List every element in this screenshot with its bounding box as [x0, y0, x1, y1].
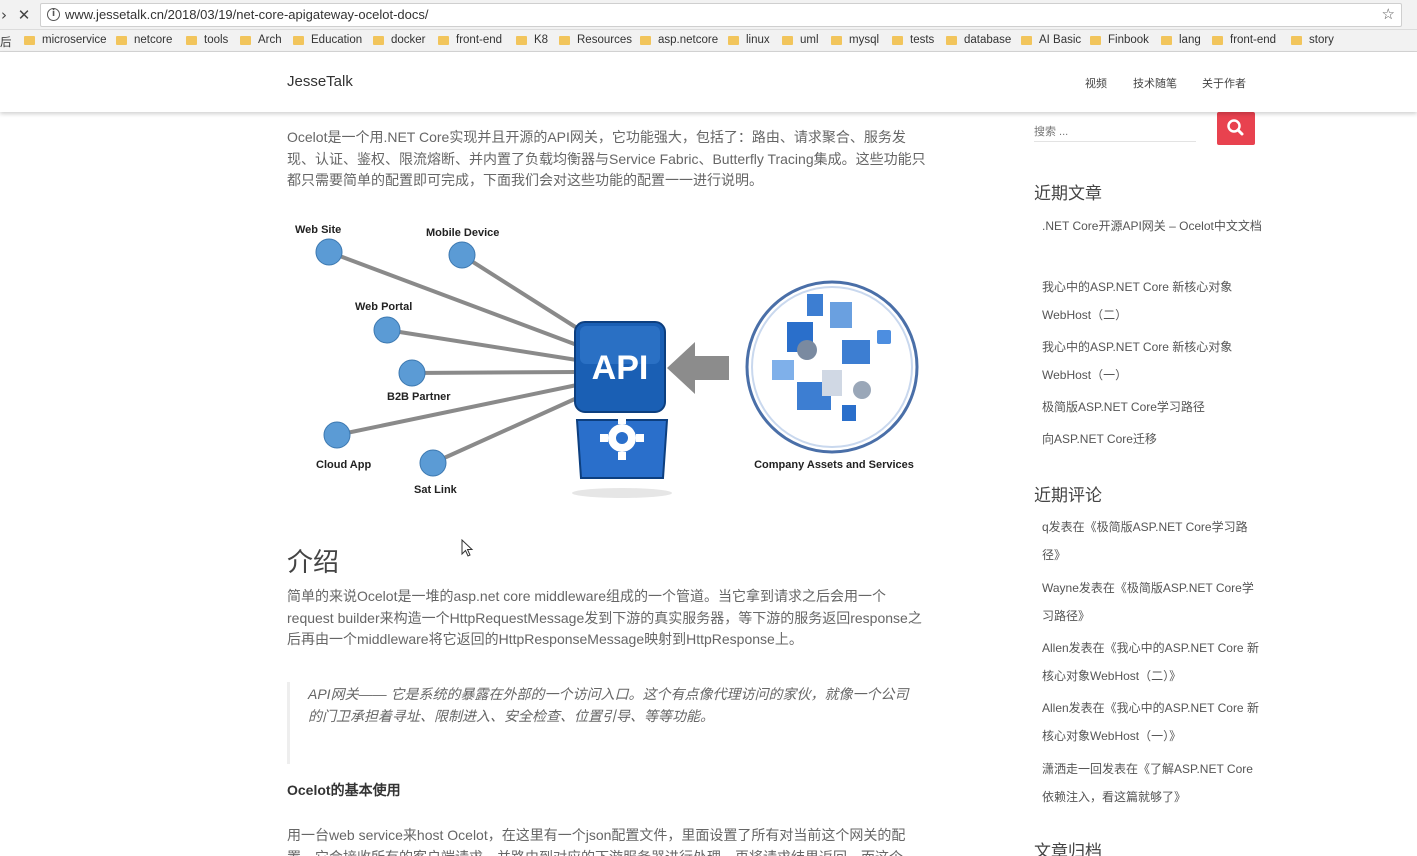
folder-icon	[293, 35, 304, 45]
url-text[interactable]: www.jessetalk.cn/2018/03/19/net-core-api…	[65, 7, 428, 22]
arrow-left-icon	[667, 342, 729, 394]
folder-icon	[240, 35, 251, 45]
folder-icon	[1021, 35, 1032, 45]
recent-comment-link[interactable]: q发表在《极简版ASP.NET Core学习路径》	[1042, 513, 1264, 569]
folder-icon	[516, 35, 527, 45]
search-icon	[1227, 119, 1244, 136]
cloud-app-label: Cloud App	[316, 459, 371, 471]
bookmark-item[interactable]: lang	[1161, 34, 1201, 46]
archives-title: 文章归档	[1034, 842, 1102, 856]
folder-icon	[24, 35, 35, 45]
subheading: Ocelot的基本使用	[287, 782, 401, 798]
recent-post-link[interactable]: 我心中的ASP.NET Core 新核心对象WebHost（二）	[1042, 273, 1264, 329]
nav-tech-notes[interactable]: 技术随笔	[1133, 75, 1177, 91]
site-brand[interactable]: JesseTalk	[287, 73, 353, 90]
bookmark-item[interactable]: Education	[293, 34, 362, 46]
bookmark-item[interactable]: Finbook	[1090, 34, 1149, 46]
stop-loading-icon[interactable]: ✕	[14, 5, 34, 25]
bookmark-item[interactable]: front-end	[438, 34, 502, 46]
bookmark-item[interactable]: 后	[0, 34, 22, 50]
bottom-paragraph: 用一台web service来host Ocelot，在这里有一个json配置文…	[287, 827, 906, 856]
recent-comment-link[interactable]: Allen发表在《我心中的ASP.NET Core 新核心对象WebHost（二…	[1042, 634, 1264, 690]
search-input[interactable]	[1034, 116, 1196, 142]
sat-link-label: Sat Link	[414, 484, 458, 496]
folder-icon	[186, 35, 197, 45]
api-gateway-diagram: Web Site Mobile Device Web Portal B2B Pa…	[295, 224, 919, 498]
site-header: JesseTalk 视频 技术随笔 关于作者	[0, 52, 1417, 112]
bookmark-item[interactable]: AI Basic	[1021, 34, 1081, 46]
bookmark-item[interactable]: mysql	[831, 34, 879, 46]
recent-comments-title: 近期评论	[1034, 486, 1102, 506]
folder-icon	[116, 35, 127, 45]
folder-icon	[640, 35, 651, 45]
search-button[interactable]	[1217, 112, 1255, 145]
folder-icon	[1090, 35, 1101, 45]
folder-icon	[946, 35, 957, 45]
api-label: API	[592, 349, 649, 387]
site-info-icon[interactable]: i	[47, 8, 60, 21]
folder-icon	[559, 35, 570, 45]
bookmark-item[interactable]: linux	[728, 34, 770, 46]
bookmark-item[interactable]: story	[1291, 34, 1334, 46]
bookmark-item[interactable]: asp.netcore	[640, 34, 718, 46]
back-icon[interactable]: ›	[0, 5, 14, 25]
connection-lines	[327, 250, 579, 465]
web-portal-label: Web Portal	[355, 301, 412, 313]
recent-comment-link[interactable]: 潇洒走一回发表在《了解ASP.NET Core 依赖注入，看这篇就够了》	[1042, 755, 1264, 811]
recent-post-link[interactable]: 向ASP.NET Core迁移	[1042, 425, 1264, 453]
browser-toolbar: › ✕ i www.jessetalk.cn/2018/03/19/net-co…	[0, 0, 1417, 30]
section-paragraph: 简单的来说Ocelot是一堆的asp.net core middleware组成…	[287, 588, 922, 647]
mouse-cursor-icon	[461, 539, 474, 557]
recent-posts-title: 近期文章	[1034, 184, 1102, 204]
web-site-node	[315, 238, 343, 266]
blockquote: API网关—— 它是系统的暴露在外部的一个访问入口。这个有点像代理访问的家伙，就…	[287, 682, 917, 764]
folder-icon	[892, 35, 903, 45]
recent-comment-link[interactable]: Wayne发表在《极简版ASP.NET Core学习路径》	[1042, 574, 1264, 630]
company-assets-label: Company Assets and Services	[754, 459, 914, 471]
bookmark-item[interactable]: microservice	[24, 34, 107, 46]
section-title: 介绍	[287, 547, 340, 577]
bookmark-item[interactable]: tools	[186, 34, 228, 46]
nav-videos[interactable]: 视频	[1085, 75, 1107, 91]
folder-icon	[373, 35, 384, 45]
b2b-partner-label: B2B Partner	[387, 391, 451, 403]
bookmark-item[interactable]: database	[946, 34, 1011, 46]
bookmark-item[interactable]: netcore	[116, 34, 172, 46]
folder-icon	[831, 35, 842, 45]
bookmark-item[interactable]: tests	[892, 34, 934, 46]
folder-icon	[728, 35, 739, 45]
folder-icon	[1161, 35, 1172, 45]
folder-icon	[782, 35, 793, 45]
bookmark-item[interactable]: Resources	[559, 34, 632, 46]
nav-about-author[interactable]: 关于作者	[1202, 75, 1246, 91]
mobile-device-node	[448, 241, 476, 269]
web-portal-node	[373, 316, 401, 344]
mobile-device-label: Mobile Device	[426, 227, 499, 239]
bookmark-star-icon[interactable]: ☆	[1382, 5, 1395, 23]
bookmark-item[interactable]: uml	[782, 34, 819, 46]
folder-icon	[1212, 35, 1223, 45]
b2b-partner-node	[398, 359, 426, 387]
bookmark-item[interactable]: K8	[516, 34, 548, 46]
recent-post-link[interactable]: 极简版ASP.NET Core学习路径	[1042, 393, 1264, 421]
bookmark-item[interactable]: front-end	[1212, 34, 1276, 46]
recent-post-link[interactable]: 我心中的ASP.NET Core 新核心对象WebHost（一）	[1042, 333, 1264, 389]
folder-icon	[1291, 35, 1302, 45]
sat-link-node	[419, 449, 447, 477]
address-bar[interactable]: i www.jessetalk.cn/2018/03/19/net-core-a…	[40, 3, 1402, 27]
folder-icon	[438, 35, 449, 45]
bookmark-item[interactable]: docker	[373, 34, 426, 46]
web-site-label: Web Site	[295, 224, 341, 236]
recent-post-link[interactable]: .NET Core开源API网关 – Ocelot中文文档	[1042, 212, 1264, 240]
cloud-app-node	[323, 421, 351, 449]
recent-comment-link[interactable]: Allen发表在《我心中的ASP.NET Core 新核心对象WebHost（一…	[1042, 694, 1264, 750]
bookmarks-bar: 后 microservice netcore tools Arch Educat…	[0, 30, 1417, 52]
bookmark-item[interactable]: Arch	[240, 34, 282, 46]
intro-paragraph: Ocelot是一个用.NET Core实现并且开源的API网关，它功能强大，包括…	[287, 129, 926, 188]
